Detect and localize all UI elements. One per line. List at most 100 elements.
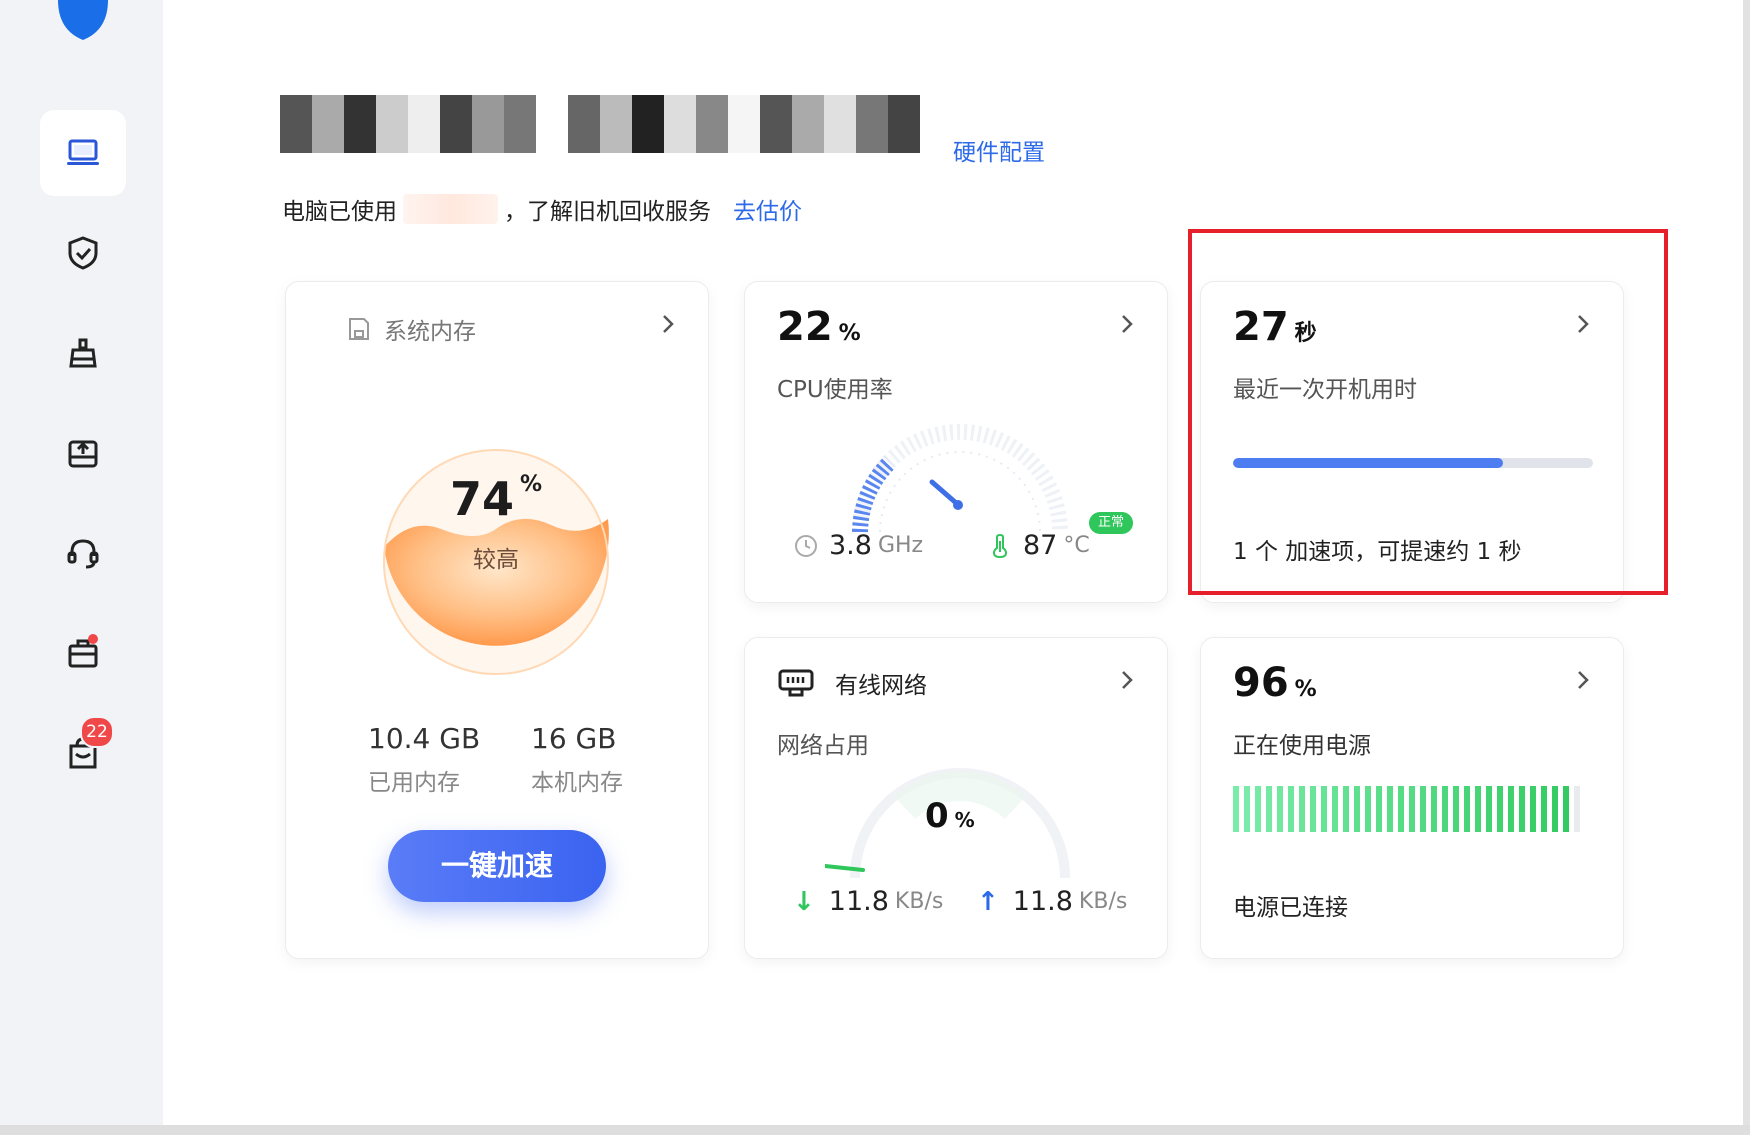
app-window: 22 硬件配置 电脑已使用 ，了解旧机回收服务 去估价 系统内存 74 % 较高… [0,0,1743,1125]
battery-segment [1475,786,1481,832]
sidebar-item-overview[interactable] [40,110,126,196]
battery-segment [1497,786,1503,832]
battery-segment [1519,786,1525,832]
used-memory-value: 10.4 GB [368,722,481,755]
sidebar: 22 [0,0,163,1125]
battery-segment [1464,786,1470,832]
network-upload: ↑ 11.8 KB/s [977,886,1128,917]
monitor-icon [67,139,99,165]
battery-segment [1508,786,1514,832]
boot-time-value: 27 秒 [1233,304,1317,350]
sidebar-item-toolbox[interactable] [40,610,126,696]
clock-icon [795,534,817,557]
battery-segment [1541,786,1547,832]
notification-badge: 22 [80,716,114,748]
arrow-up-icon: ↑ [977,886,999,917]
cpu-label: CPU使用率 [777,377,893,403]
battery-segment [1409,786,1415,832]
battery-segment [1442,786,1448,832]
cpu-frequency: 3.8 GHz [793,530,923,561]
broom-icon [69,338,97,368]
used-memory-stat: 10.4 GB 已用内存 [368,722,480,797]
battery-segment [1288,786,1294,832]
battery-segment [1332,786,1338,832]
battery-segment [1387,786,1393,832]
battery-segment [1343,786,1349,832]
chevron-right-icon[interactable] [656,312,680,336]
cpu-gauge [852,424,1068,533]
battery-segment [1398,786,1404,832]
ethernet-icon [778,669,814,697]
sidebar-item-support[interactable] [40,510,126,596]
boot-acceleration-info: 1 个 加速项，可提速约 1 秒 [1233,539,1522,565]
battery-segment [1530,786,1536,832]
battery-segment [1453,786,1459,832]
boot-time-label: 最近一次开机用时 [1233,377,1417,403]
power-label: 正在使用电源 [1233,733,1371,759]
sidebar-item-store[interactable]: 22 [40,710,126,796]
battery-segment [1266,786,1272,832]
memory-icon [349,318,369,340]
cpu-card[interactable]: 22% CPU使用率 正常 3.8 GHz 87 °C [744,281,1168,603]
total-memory-label: 本机内存 [531,770,623,796]
total-memory-stat: 16 GB 本机内存 [531,722,623,797]
hardware-config-link[interactable]: 硬件配置 [953,133,1045,167]
window-edge-bottom [0,1125,1750,1135]
battery-segment [1420,786,1426,832]
arrow-down-icon: ↓ [793,886,815,917]
drive-icon [68,440,98,468]
battery-segment [1574,786,1580,832]
cpu-status-badge: 正常 [1089,512,1133,534]
network-title: 有线网络 [777,666,927,700]
battery-level-bar [1233,786,1593,832]
used-memory-label: 已用内存 [368,770,460,796]
battery-segment [1277,786,1283,832]
battery-segment [1552,786,1558,832]
headset-icon [67,539,99,569]
one-click-boost-button[interactable]: 一键加速 [388,830,606,902]
thermometer-icon [992,533,1008,558]
battery-segment [1255,786,1261,832]
battery-segment [1233,786,1239,832]
sidebar-item-drivers[interactable] [40,410,126,496]
total-memory-value: 16 GB [531,722,617,755]
estimate-link[interactable]: 去估价 [733,192,802,226]
battery-segment [1486,786,1492,832]
battery-segment [1431,786,1437,832]
network-percent: 0% [925,796,975,836]
battery-segment [1563,786,1569,832]
battery-segment [1354,786,1360,832]
battery-segment [1299,786,1305,832]
boot-time-card[interactable]: 27 秒 最近一次开机用时 1 个 加速项，可提速约 1 秒 [1200,281,1624,603]
battery-segment [1244,786,1250,832]
network-download: ↓ 11.8 KB/s [793,886,944,917]
sidebar-item-cleanup[interactable] [40,310,126,396]
memory-title-label: 系统内存 [384,319,476,345]
chevron-right-icon[interactable] [1571,312,1595,336]
cpu-percent: 22% [777,304,861,350]
chevron-right-icon[interactable] [1115,668,1139,692]
cpu-temperature: 87 °C [987,530,1090,561]
battery-segment [1376,786,1382,832]
memory-percent: 74% [449,472,543,526]
battery-percent: 96% [1233,660,1317,706]
usage-duration-redacted [403,194,498,224]
battery-segment [1321,786,1327,832]
memory-card-title: 系统内存 [346,312,476,346]
chevron-right-icon[interactable] [1115,312,1139,336]
sidebar-item-security[interactable] [40,210,126,296]
device-name-redacted [280,95,920,153]
notification-dot [88,634,98,644]
power-status: 电源已连接 [1233,895,1348,921]
power-card[interactable]: 96% 正在使用电源 电源已连接 [1200,637,1624,959]
network-card[interactable]: 有线网络 网络占用 0% ↓ 11.8 KB/s ↑ 11.8 KB/s [744,637,1168,959]
memory-card[interactable]: 系统内存 74% 较高 10.4 GB 已用内存 16 GB 本机内存 一键加速 [285,281,709,959]
shield-icon [68,236,98,270]
usage-info: 电脑已使用 ，了解旧机回收服务 去估价 [282,192,802,226]
chevron-right-icon[interactable] [1571,668,1595,692]
boot-progress-fill [1233,458,1503,468]
boot-progress-bar [1233,458,1593,468]
memory-level: 较高 [473,547,519,573]
battery-segment [1365,786,1371,832]
usage-prefix: 电脑已使用 [282,199,397,225]
